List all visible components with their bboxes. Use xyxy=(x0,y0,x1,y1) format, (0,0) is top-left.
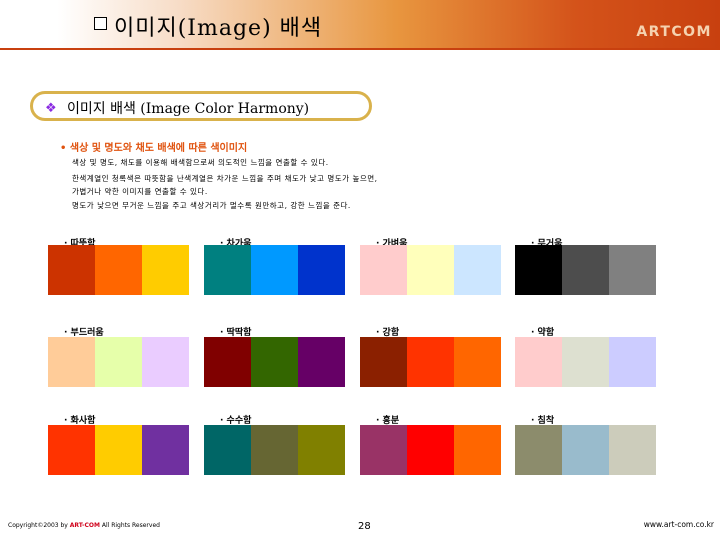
header-divider xyxy=(0,48,720,50)
header-bar xyxy=(0,0,720,48)
color-swatch-group xyxy=(204,337,345,387)
color-swatch xyxy=(298,245,345,295)
copyright: Copyright©2003 by ART-COM All Rights Res… xyxy=(8,522,160,529)
four-diamond-bullet-icon: ❖ xyxy=(45,101,57,116)
description-line: 색상 및 명도, 채도를 이용해 배색함으로써 의도적인 느낌을 연출할 수 있… xyxy=(72,158,329,167)
color-swatch xyxy=(360,245,407,295)
page-title: 이미지(Image) 배색 xyxy=(114,16,323,41)
color-swatch-group xyxy=(360,245,501,295)
color-swatch xyxy=(204,425,251,475)
color-swatch xyxy=(515,245,562,295)
color-swatch-group xyxy=(48,425,189,475)
color-swatch-group xyxy=(204,425,345,475)
color-swatch xyxy=(407,245,454,295)
color-swatch xyxy=(251,337,298,387)
color-swatch xyxy=(515,425,562,475)
color-swatch xyxy=(407,425,454,475)
page-number: 28 xyxy=(358,521,371,532)
color-swatch-group xyxy=(204,245,345,295)
color-swatch-group xyxy=(360,425,501,475)
color-swatch xyxy=(95,337,142,387)
section-heading: • 색상 및 명도와 채도 배색에 따른 색이미지 xyxy=(60,143,248,154)
color-swatch xyxy=(360,425,407,475)
color-swatch xyxy=(609,337,656,387)
description-line: 명도가 낮으면 무거운 느낌을 주고 색상거리가 멀수록 원만하고, 강한 느낌… xyxy=(72,201,351,210)
color-swatch-group xyxy=(360,337,501,387)
brand-logo-text: ARTCOM xyxy=(636,24,712,40)
color-swatch xyxy=(609,245,656,295)
color-swatch xyxy=(251,425,298,475)
subtitle-pill: ❖ 이미지 배색 (Image Color Harmony) xyxy=(30,91,372,121)
color-swatch-group xyxy=(515,425,656,475)
color-swatch xyxy=(48,337,95,387)
color-swatch xyxy=(142,337,189,387)
color-swatch xyxy=(515,337,562,387)
description-line: 한색계열인 청록색은 따뜻함을 난색계열은 차가운 느낌을 주며 채도가 낮고 … xyxy=(72,174,378,183)
color-swatch xyxy=(251,245,298,295)
color-swatch xyxy=(298,337,345,387)
copyright-brand: ART-COM xyxy=(69,522,100,529)
color-swatch xyxy=(95,425,142,475)
color-swatch xyxy=(142,245,189,295)
color-swatch-group xyxy=(48,337,189,387)
color-swatch xyxy=(407,337,454,387)
description-line: 가볍거나 약한 이미지를 연출할 수 있다. xyxy=(72,187,208,196)
color-swatch xyxy=(562,337,609,387)
color-swatch xyxy=(562,425,609,475)
color-swatch xyxy=(48,245,95,295)
color-swatch xyxy=(454,245,501,295)
color-swatch xyxy=(142,425,189,475)
color-swatch xyxy=(562,245,609,295)
color-swatch xyxy=(609,425,656,475)
color-swatch xyxy=(95,245,142,295)
color-swatch-group xyxy=(48,245,189,295)
color-swatch xyxy=(360,337,407,387)
color-swatch xyxy=(204,245,251,295)
subtitle-text: 이미지 배색 (Image Color Harmony) xyxy=(67,101,310,117)
checkbox-square-icon xyxy=(94,17,107,30)
color-swatch xyxy=(454,425,501,475)
color-swatch xyxy=(454,337,501,387)
color-swatch xyxy=(298,425,345,475)
color-swatch-group xyxy=(515,337,656,387)
color-swatch-group xyxy=(515,245,656,295)
color-swatch xyxy=(204,337,251,387)
website-url: www.art-com.co.kr xyxy=(643,520,714,529)
color-swatch xyxy=(48,425,95,475)
